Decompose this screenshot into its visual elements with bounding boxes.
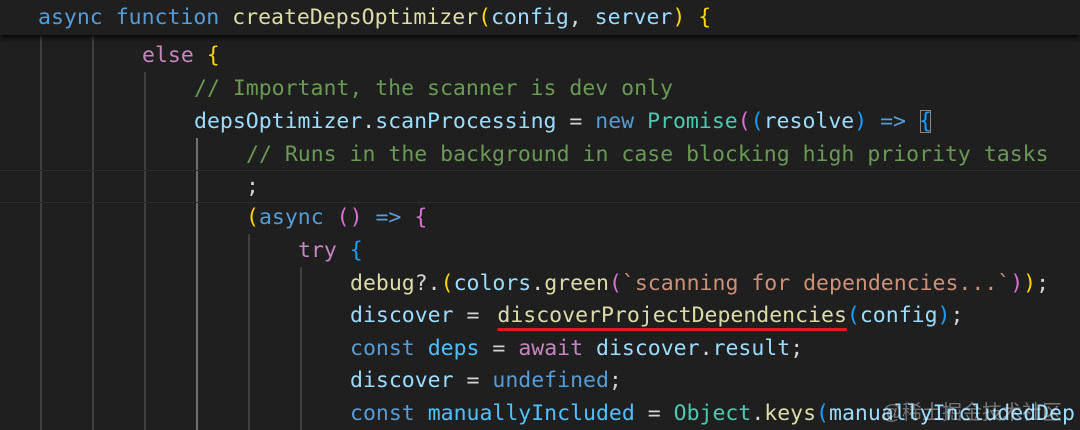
watermark: @稀土掘金技术社区 xyxy=(881,402,1062,424)
code-line-4[interactable]: depsOptimizer.scanProcessing = new Promi… xyxy=(0,105,932,138)
code-line-6[interactable]: ; xyxy=(0,170,260,203)
code-line-3[interactable]: // Important, the scanner is dev only xyxy=(0,72,673,105)
underlined-function-call[interactable]: discoverProjectDependencies xyxy=(497,303,847,328)
code-line-5[interactable]: // Runs in the background in case blocki… xyxy=(0,138,1049,171)
code-line-10[interactable]: discover = discoverProjectDependencies(c… xyxy=(0,299,963,332)
code-line-2[interactable]: else { xyxy=(0,39,220,72)
code-editor[interactable]: async function createDepsOptimizer(confi… xyxy=(0,0,1080,430)
sticky-scroll-header[interactable]: async function createDepsOptimizer(confi… xyxy=(0,0,1080,35)
code-line-7[interactable]: (async () => { xyxy=(0,201,427,234)
code-line-11[interactable]: const deps = await discover.result; xyxy=(0,332,803,365)
code-line-12[interactable]: discover = undefined; xyxy=(0,364,622,397)
matching-bracket: { xyxy=(918,109,932,134)
code-line-9[interactable]: debug?.(colors.green(`scanning for depen… xyxy=(0,267,1049,300)
code-line-8[interactable]: try { xyxy=(0,234,363,267)
code-line-1[interactable]: async function createDepsOptimizer(confi… xyxy=(0,1,711,34)
